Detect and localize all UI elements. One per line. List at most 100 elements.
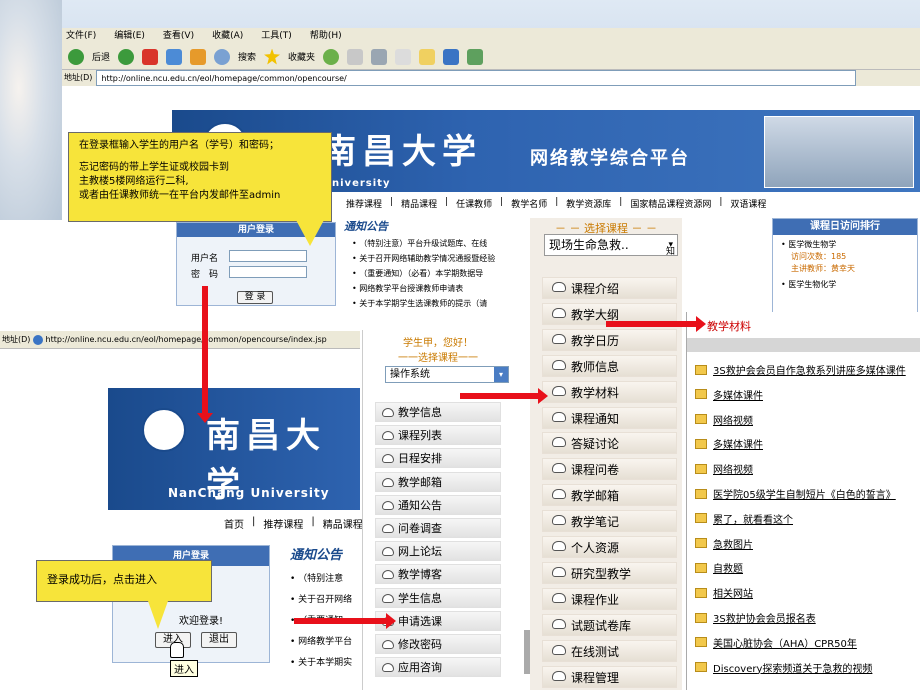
tools-icon[interactable] (467, 48, 484, 65)
material-link[interactable]: 多媒体课件 (695, 387, 763, 402)
cloud-icon (552, 541, 566, 551)
home-icon[interactable] (190, 48, 207, 65)
material-link[interactable]: Discovery探索频道关于急救的视频 (695, 660, 872, 675)
mail-icon[interactable] (347, 48, 364, 65)
course-menu-item[interactable]: 教学笔记 (542, 510, 677, 533)
truncated-text: 知 (666, 247, 676, 257)
course-menu-item[interactable]: 课程问卷 (542, 458, 677, 481)
student-menu-item[interactable]: 问卷调查 (375, 518, 501, 538)
notice-item[interactable]: • 网络教学平台授课教师申请表 (352, 283, 514, 294)
student-menu-item[interactable]: 应用咨询 (375, 657, 501, 678)
nav-teachers[interactable]: 任课教师 (456, 197, 492, 210)
search-icon[interactable] (214, 48, 231, 65)
course-menu-item[interactable]: 教学材料 (542, 380, 677, 403)
material-link[interactable]: 医学院05级学生自制短片《白色的誓言》 (695, 486, 896, 501)
student-menu-item[interactable]: 日程安排 (375, 448, 501, 469)
favorites-label[interactable]: 收藏夹 (288, 50, 315, 63)
menu-view[interactable]: 查看(V) (163, 28, 194, 44)
material-link[interactable]: 3S救护协会会员报名表 (695, 610, 816, 625)
back-icon[interactable] (68, 48, 84, 65)
password-input[interactable] (229, 266, 307, 278)
material-link-label: Discovery探索频道关于急救的视频 (713, 663, 873, 675)
material-link[interactable]: 累了，就看看这个 (695, 511, 793, 526)
ranking-course[interactable]: • 医学生物化学 (781, 279, 909, 291)
ranking-course[interactable]: • 医学微生物学 (781, 239, 909, 251)
material-link[interactable]: 3S救护会会员自作急救系列讲座多媒体课件 (695, 362, 906, 377)
course-menu-item[interactable]: 研究型教学 (542, 561, 677, 584)
notice-item[interactable]: • （重要通知）（必看）本学期数据导 (352, 268, 514, 279)
student-menu-item[interactable]: 教学博客 (375, 564, 501, 585)
chevron-down-icon[interactable]: ▾ (494, 367, 508, 382)
course-menu-item[interactable]: 在线测试 (542, 639, 677, 662)
menu-edit[interactable]: 编辑(E) (114, 28, 145, 44)
notice-item[interactable]: • 关于召开网络辅助教学情况通报暨经验 (352, 253, 514, 264)
student-menu-item[interactable]: 学生信息 (375, 587, 501, 608)
course-menu-item[interactable]: 教师信息 (542, 354, 677, 377)
material-link-label: 3S救护协会会员报名表 (713, 614, 816, 625)
nav-resource-library[interactable]: 教学资源库 (566, 197, 611, 210)
menu-help[interactable]: 帮助(H) (310, 28, 342, 44)
menu-file[interactable]: 文件(F) (66, 28, 96, 44)
nav-home[interactable]: 首页 (224, 516, 244, 531)
search-label[interactable]: 搜索 (238, 50, 256, 63)
notice-item[interactable]: • 关于本学期学生选课教师的提示（请 (352, 298, 514, 309)
favorites-star-icon[interactable] (264, 48, 281, 65)
stop-icon[interactable] (142, 48, 159, 65)
notice-item[interactable]: • （特别注意）平台升级试题库、在线 (352, 238, 514, 249)
messenger-icon[interactable] (443, 48, 460, 65)
print-icon[interactable] (371, 48, 388, 65)
edit-icon[interactable] (395, 48, 412, 65)
notice-item[interactable]: • 关于本学期实 (290, 655, 362, 668)
nav-recommended[interactable]: 推荐课程 (263, 516, 303, 531)
cloud-icon (382, 524, 394, 533)
school-name-cn: 南昌大学 (322, 132, 482, 172)
folder-icon[interactable] (419, 48, 436, 65)
student-menu-item[interactable]: 通知公告 (375, 494, 501, 515)
course-menu-item[interactable]: 课程介绍 (542, 277, 677, 299)
course-menu-item[interactable]: 教学日历 (542, 328, 677, 351)
login-button[interactable]: 登 录 (237, 291, 273, 304)
course-menu-item[interactable]: 个人资源 (542, 536, 677, 558)
cloud-icon (382, 593, 394, 603)
url-field-2[interactable]: http://online.ncu.edu.cn/eol/homepage/co… (46, 335, 327, 344)
course-menu-item[interactable]: 课程通知 (542, 406, 677, 429)
material-link[interactable]: 自救题 (695, 560, 743, 575)
menu-favorites[interactable]: 收藏(A) (212, 28, 243, 44)
material-link[interactable]: 急救图片 (695, 536, 753, 551)
nav-quality[interactable]: 精品课程 (323, 516, 363, 531)
forward-icon[interactable] (118, 48, 135, 65)
exit-button[interactable]: 退出 (201, 632, 237, 648)
nav-quality[interactable]: 精品课程 (401, 197, 437, 210)
url-field-1[interactable]: http://online.ncu.edu.cn/eol/homepage/co… (96, 70, 857, 86)
course-menu-item[interactable]: 课程管理 (542, 665, 677, 688)
course-select[interactable]: 现场生命急救.. ▾ (544, 234, 678, 256)
course-menu-item[interactable]: 教学邮箱 (542, 484, 677, 507)
notice-item[interactable]: • 关于召开网络 (290, 592, 362, 605)
student-menu-item[interactable]: 课程列表 (375, 425, 501, 446)
course-menu-item[interactable]: 试题试卷库 (542, 613, 677, 636)
back-label[interactable]: 后退 (92, 50, 110, 63)
nav-bilingual[interactable]: 双语课程 (730, 197, 766, 210)
history-icon[interactable] (323, 48, 340, 65)
material-link[interactable]: 相关网站 (695, 585, 753, 600)
username-input[interactable] (229, 250, 307, 262)
student-menu-item[interactable]: 教学邮箱 (375, 471, 501, 492)
nav-recommended[interactable]: 推荐课程 (346, 197, 382, 210)
notice-item[interactable]: • 网络教学平台 (290, 634, 362, 647)
student-menu-item[interactable]: 教学信息 (375, 402, 501, 422)
notice-item[interactable]: • （特别注意 (290, 571, 362, 584)
material-link[interactable]: 美国心脏协会（AHA）CPR50年 (695, 635, 857, 650)
course-menu-item[interactable]: 课程作业 (542, 587, 677, 610)
nav-famous-teachers[interactable]: 教学名师 (511, 197, 547, 210)
nav-national-resources[interactable]: 国家精品课程资源网 (630, 197, 711, 210)
course-menu-item[interactable]: 答疑讨论 (542, 432, 677, 455)
course-select[interactable]: 操作系统 ▾ (385, 366, 509, 383)
student-menu-item[interactable]: 修改密码 (375, 634, 501, 654)
material-link[interactable]: 网络视频 (695, 461, 753, 476)
material-link[interactable]: 网络视频 (695, 412, 753, 427)
material-link[interactable]: 多媒体课件 (695, 436, 763, 451)
refresh-icon[interactable] (166, 48, 183, 65)
menu-item-label: 课程管理 (571, 670, 620, 685)
student-menu-item[interactable]: 网上论坛 (375, 541, 501, 562)
menu-tools[interactable]: 工具(T) (261, 28, 292, 44)
